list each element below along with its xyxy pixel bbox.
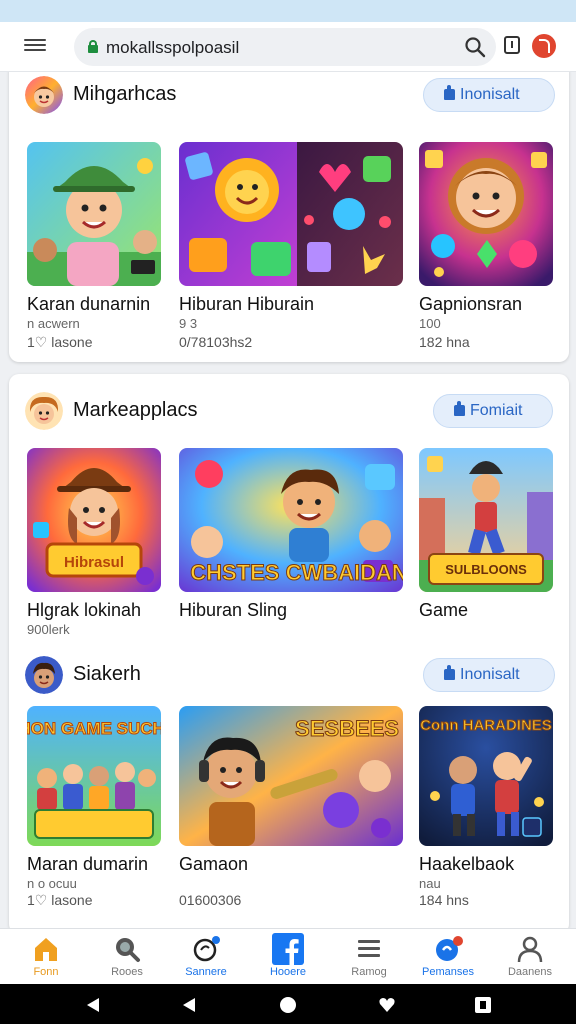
section-card: Markeapplacs Fomiait Hibrasul Hlgrak lok… xyxy=(9,374,569,928)
game-subtitle: nau xyxy=(419,876,441,891)
follow-label: Inonisalt xyxy=(460,666,520,683)
back-icon[interactable] xyxy=(84,996,102,1014)
heart-icon[interactable] xyxy=(378,996,396,1014)
person-icon xyxy=(517,936,543,963)
notification-icon xyxy=(436,936,463,961)
game-art-text: SESBEES xyxy=(295,716,399,741)
nav-label: Rooes xyxy=(111,966,143,978)
follow-label: Fomiait xyxy=(470,402,523,419)
game-thumbnail[interactable] xyxy=(27,142,161,286)
game-title: Gapnionsran xyxy=(419,294,523,314)
game-meta: 184 hns xyxy=(419,892,469,908)
game-thumbnail[interactable]: SESBEES xyxy=(179,706,403,846)
game-meta: 1♡ lasone xyxy=(27,334,93,350)
browser-toolbar: mokallsspolpoasil xyxy=(0,22,576,72)
nav-item-facebook[interactable]: Hooere xyxy=(252,929,324,985)
nav-label: Daanens xyxy=(507,966,553,978)
game-subtitle: 100 xyxy=(419,316,441,331)
follow-button[interactable]: Inonisalt xyxy=(423,78,555,112)
game-meta: 1♡ lasone xyxy=(27,892,93,908)
game-meta: 182 hna xyxy=(419,334,470,350)
refresh-icon xyxy=(193,936,220,962)
menu-icon[interactable] xyxy=(24,36,46,56)
game-art-text: BHERHON GAME SUCHPUKIN xyxy=(27,719,161,738)
game-title: Gamaon xyxy=(179,854,249,874)
lock-icon xyxy=(88,40,98,53)
status-bar xyxy=(0,0,576,22)
game-thumbnail[interactable]: Conn HARADINES xyxy=(419,706,553,846)
system-navigation-bar xyxy=(0,984,576,1024)
nav-item-refresh[interactable]: Sannere xyxy=(170,929,242,985)
nav-label: Hooere xyxy=(269,966,307,978)
section-title: Mihgarhcas xyxy=(73,83,177,105)
bottom-nav: Fonn Rooes Sannere Hooere Ramog Pemanses… xyxy=(0,928,576,984)
game-art-text: Hibrasul xyxy=(64,554,124,571)
thumbs-up-icon xyxy=(454,401,465,416)
home-button-icon[interactable] xyxy=(279,996,297,1014)
nav-item-home[interactable]: Fonn xyxy=(10,929,82,985)
thumbs-up-icon xyxy=(444,665,455,680)
game-thumbnail[interactable]: SULBLOONS xyxy=(419,448,553,592)
game-meta: 01600306 xyxy=(179,892,242,908)
feed: Mihgarhcas Inonisalt Karan dunarnin n ac… xyxy=(0,72,576,928)
search-icon xyxy=(116,938,140,962)
nav-label: Pemanses xyxy=(422,966,474,978)
game-title: Hiburan Hiburain xyxy=(179,294,315,314)
section-title: Markeapplacs xyxy=(73,399,198,421)
section-header: Siakerh Inonisalt xyxy=(25,654,555,696)
facebook-icon xyxy=(272,933,304,965)
nav-item-profile[interactable]: Daanens xyxy=(494,929,566,985)
section-header: Markeapplacs Fomiait xyxy=(25,390,555,432)
follow-label: Inonisalt xyxy=(460,86,520,103)
game-meta: 0/78103hs2 xyxy=(179,334,253,350)
game-art-text: SULBLOONS xyxy=(445,562,527,577)
section-avatar xyxy=(25,76,63,114)
recents-icon[interactable] xyxy=(474,996,492,1014)
section-avatar xyxy=(25,392,63,430)
game-subtitle: 900lerk xyxy=(27,622,70,637)
nav-label: Sannere xyxy=(185,966,227,978)
list-icon xyxy=(358,940,380,957)
nav-label: Fonn xyxy=(33,966,59,978)
extension-icon[interactable] xyxy=(532,34,556,58)
address-bar[interactable]: mokallsspolpoasil xyxy=(74,28,496,66)
thumbs-up-icon xyxy=(444,85,455,100)
game-title: Karan dunarnin xyxy=(27,294,151,314)
tabs-icon[interactable] xyxy=(504,36,520,54)
game-title: Hiburan Sling xyxy=(179,600,288,620)
game-subtitle: n o ocuu xyxy=(27,876,77,891)
game-thumbnail[interactable]: BHERHON GAME SUCHPUKIN xyxy=(27,706,161,846)
nav-label: Ramog xyxy=(351,966,387,978)
search-icon[interactable] xyxy=(464,36,486,58)
follow-button[interactable]: Inonisalt xyxy=(423,658,555,692)
follow-button[interactable]: Fomiait xyxy=(433,394,553,428)
section-title: Siakerh xyxy=(73,663,141,685)
home-icon xyxy=(35,938,57,961)
back-icon[interactable] xyxy=(180,996,198,1014)
game-subtitle: 9 3 xyxy=(179,316,198,331)
game-thumbnail[interactable] xyxy=(419,142,553,286)
game-title: Game xyxy=(419,600,469,620)
nav-item-list[interactable]: Ramog xyxy=(333,929,405,985)
game-thumbnail[interactable]: CHSTES CWBAIDAN xyxy=(179,448,403,592)
game-title: Maran dumarin xyxy=(27,854,149,874)
nav-item-notifications[interactable]: Pemanses xyxy=(412,929,484,985)
section-header: Mihgarhcas Inonisalt xyxy=(25,74,555,116)
url-text: mokallsspolpoasil xyxy=(106,38,240,57)
game-thumbnail[interactable] xyxy=(179,142,403,286)
game-art-text: CHSTES CWBAIDAN xyxy=(190,560,403,585)
game-title: Hlgrak lokinah xyxy=(27,600,142,620)
game-art-text: Conn HARADINES xyxy=(420,717,552,734)
nav-item-search[interactable]: Rooes xyxy=(91,929,163,985)
game-subtitle: n acwern xyxy=(27,316,80,331)
game-thumbnail[interactable]: Hibrasul xyxy=(27,448,161,592)
game-title: Haakelbaok xyxy=(419,854,515,874)
section-card: Mihgarhcas Inonisalt Karan dunarnin n ac… xyxy=(9,72,569,362)
section-avatar xyxy=(25,656,63,694)
